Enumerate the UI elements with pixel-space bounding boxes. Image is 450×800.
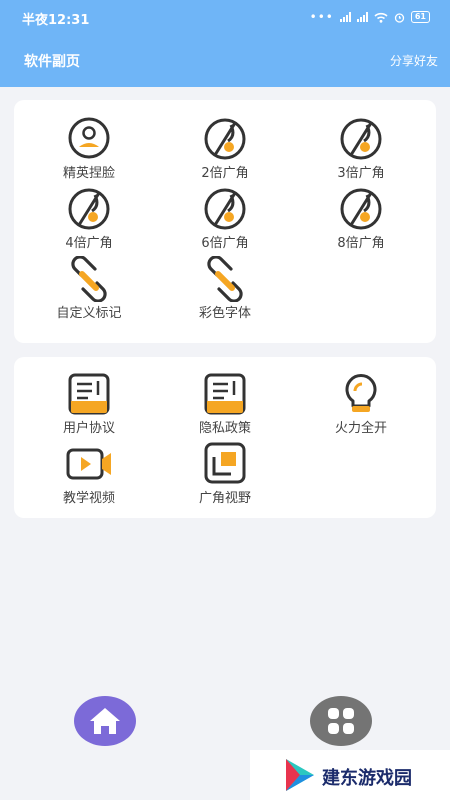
wifi-icon — [374, 12, 388, 23]
grid2-item-2[interactable]: 火力全开 — [291, 371, 431, 436]
grid1-item-7[interactable]: 彩色字体 — [155, 256, 295, 321]
grid1-item-1[interactable]: 2倍广角 — [155, 116, 295, 181]
signal-icon-2 — [356, 12, 368, 22]
grid1-item-label: 彩色字体 — [198, 306, 251, 321]
crop-icon — [204, 442, 246, 484]
document-icon — [68, 373, 110, 415]
watermark-text: 建东游戏园 — [322, 768, 412, 789]
apps-button[interactable] — [310, 696, 372, 746]
link-icon — [207, 256, 243, 302]
alarm-icon — [394, 12, 405, 23]
grid1-item-label: 8倍广角 — [337, 236, 385, 251]
lightbulb-icon — [345, 374, 377, 412]
grid1-item-4[interactable]: 6倍广角 — [155, 186, 295, 251]
home-icon — [90, 708, 120, 734]
play-logo-icon — [286, 759, 314, 791]
status-icons: ••• 61 — [310, 10, 430, 24]
grid2-item-label: 教学视频 — [62, 491, 115, 506]
feature-card-1: 精英捏脸 2倍广角 3倍广角 4倍广角 6倍广角 8倍广角 自定义标记 彩色字体 — [14, 100, 436, 343]
grid2-item-3[interactable]: 教学视频 — [19, 441, 159, 506]
page-title: 软件副页 — [24, 54, 80, 70]
aperture-icon — [340, 188, 382, 230]
grid2-item-label: 火力全开 — [334, 421, 387, 436]
feature-card-2: 用户协议 隐私政策 火力全开 教学视频 广角视野 — [14, 357, 436, 518]
grid2-item-4[interactable]: 广角视野 — [155, 441, 295, 506]
status-time: 半夜12:31 — [22, 13, 90, 28]
share-button[interactable]: 分享好友 — [390, 52, 438, 69]
grid1-item-label: 精英捏脸 — [62, 166, 115, 181]
grid1-item-label: 自定义标记 — [56, 306, 122, 321]
grid1-item-label: 4倍广角 — [65, 236, 113, 251]
grid1-item-label: 6倍广角 — [201, 236, 249, 251]
status-bar: 半夜12:31 ••• 61 — [0, 0, 450, 34]
video-camera-icon — [66, 448, 111, 480]
battery-icon: 61 — [410, 11, 430, 23]
grid1-item-label: 3倍广角 — [337, 166, 385, 181]
more-dots-icon: ••• — [309, 10, 334, 24]
document-icon — [204, 373, 246, 415]
aperture-icon — [340, 118, 382, 160]
aperture-icon — [204, 118, 246, 160]
grid1-item-6[interactable]: 自定义标记 — [19, 256, 159, 321]
aperture-icon — [204, 188, 246, 230]
face-avatar-icon — [68, 117, 110, 159]
grid1-item-5[interactable]: 8倍广角 — [291, 186, 431, 251]
grid1-item-label: 2倍广角 — [201, 166, 249, 181]
grid1-item-0[interactable]: 精英捏脸 — [19, 116, 159, 181]
grid2-item-0[interactable]: 用户协议 — [19, 371, 159, 436]
grid2-item-label: 用户协议 — [62, 421, 115, 436]
signal-icon — [339, 12, 351, 22]
grid-icon — [328, 708, 354, 734]
grid1-item-2[interactable]: 3倍广角 — [291, 116, 431, 181]
grid1-item-3[interactable]: 4倍广角 — [19, 186, 159, 251]
link-icon — [71, 256, 107, 302]
grid2-item-1[interactable]: 隐私政策 — [155, 371, 295, 436]
aperture-icon — [68, 188, 110, 230]
app-header: 半夜12:31 ••• 61 软件副页 分享好友 — [0, 0, 450, 87]
grid2-item-label: 广角视野 — [198, 491, 251, 506]
home-button[interactable] — [74, 696, 136, 746]
grid2-item-label: 隐私政策 — [198, 421, 251, 436]
watermark: 建东游戏园 — [250, 750, 450, 800]
